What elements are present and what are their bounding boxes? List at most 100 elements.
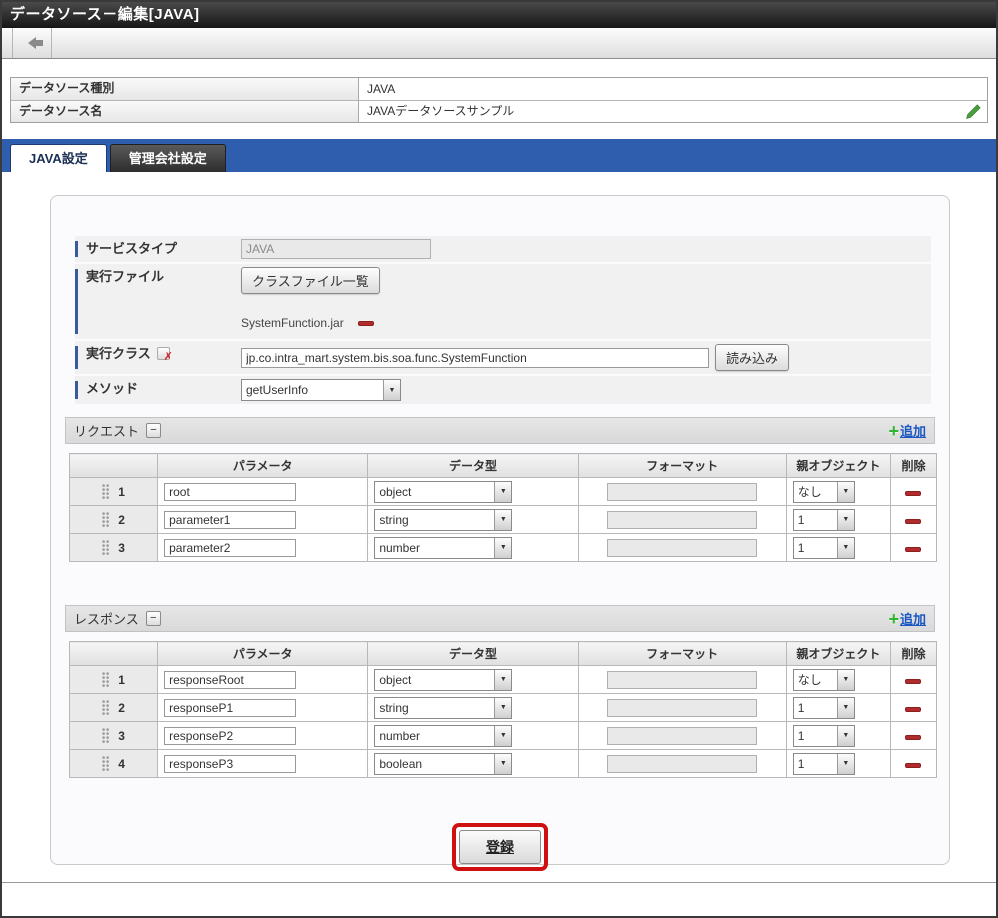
table-row: 2 string▼ 1▼ (70, 506, 937, 534)
row-handle-cell: 2 (70, 506, 158, 534)
column-header: フォーマット (578, 454, 786, 478)
row-handle-cell: 3 (70, 534, 158, 562)
drag-handle-icon[interactable] (102, 484, 110, 499)
label-accent-bar (75, 346, 78, 369)
class-file-list-button[interactable]: クラスファイル一覧 (241, 267, 380, 294)
column-header: 親オブジェクト (786, 454, 890, 478)
tab-java-settings[interactable]: JAVA設定 (10, 144, 107, 172)
datasource-type-value: JAVA (367, 79, 987, 100)
settings-panel: サービスタイプ 実行ファイル クラスファイル一覧 SystemFunctio (50, 195, 950, 865)
parent-object-select[interactable]: 1▼ (793, 697, 855, 719)
delete-row-icon[interactable] (905, 491, 921, 496)
delete-row-icon[interactable] (905, 735, 921, 740)
plus-icon: + (888, 611, 899, 627)
chevron-down-icon: ▼ (837, 482, 854, 502)
table-row: 3 number▼ 1▼ (70, 722, 937, 750)
row-handle-cell: 2 (70, 694, 158, 722)
datatype-select[interactable]: string▼ (374, 509, 512, 531)
page-footer (2, 883, 996, 915)
drag-handle-icon[interactable] (102, 672, 110, 687)
page-title: データソース－編集[JAVA] (2, 2, 996, 28)
parameter-input[interactable] (164, 699, 296, 717)
field-row-exec-file: 実行ファイル クラスファイル一覧 SystemFunction.jar (75, 264, 931, 339)
datasource-name-value: JAVAデータソースサンプル (367, 101, 965, 122)
exec-class-input[interactable] (241, 348, 709, 368)
back-button[interactable] (12, 28, 52, 58)
parameter-input[interactable] (164, 755, 296, 773)
datatype-select[interactable]: object▼ (374, 669, 512, 691)
app-window: データソース－編集[JAVA] データソース種別 JAVA データソース名 JA… (0, 0, 998, 918)
parent-object-select[interactable]: 1▼ (793, 509, 855, 531)
column-header: パラメータ (158, 454, 368, 478)
drag-handle-icon[interactable] (102, 700, 110, 715)
response-section-header: レスポンス − + 追加 (65, 605, 935, 632)
submit-area: 登録 (65, 823, 935, 871)
format-input (607, 755, 757, 773)
parameter-input[interactable] (164, 727, 296, 745)
parameter-input[interactable] (164, 511, 296, 529)
method-select[interactable]: getUserInfo ▼ (241, 379, 401, 401)
load-class-button[interactable]: 読み込み (715, 344, 789, 371)
collapse-toggle-icon[interactable]: − (146, 611, 161, 626)
parameter-input[interactable] (164, 671, 296, 689)
parent-object-select[interactable]: 1▼ (793, 725, 855, 747)
clear-class-icon[interactable]: ✗ (157, 347, 170, 360)
datatype-select[interactable]: number▼ (374, 537, 512, 559)
datatype-select[interactable]: object▼ (374, 481, 512, 503)
parent-object-select[interactable]: なし▼ (793, 669, 855, 691)
row-number: 1 (118, 485, 125, 499)
format-input (607, 699, 757, 717)
chevron-down-icon: ▼ (494, 726, 511, 746)
column-header: フォーマット (578, 642, 786, 666)
row-handle-cell: 1 (70, 666, 158, 694)
delete-row-icon[interactable] (905, 763, 921, 768)
format-input (607, 671, 757, 689)
datatype-select[interactable]: number▼ (374, 725, 512, 747)
row-handle-cell: 4 (70, 750, 158, 778)
back-arrow-icon (22, 37, 43, 49)
jar-file-name: SystemFunction.jar (241, 316, 344, 330)
add-request-row-link[interactable]: + 追加 (888, 421, 926, 440)
table-row: 2 string▼ 1▼ (70, 694, 937, 722)
row-number: 1 (118, 673, 125, 687)
parent-object-select[interactable]: 1▼ (793, 537, 855, 559)
tab-admin-company-settings[interactable]: 管理会社設定 (110, 144, 226, 172)
drag-handle-icon[interactable] (102, 756, 110, 771)
delete-row-icon[interactable] (905, 707, 921, 712)
drag-handle-icon[interactable] (102, 512, 110, 527)
parameter-input[interactable] (164, 539, 296, 557)
chevron-down-icon: ▼ (383, 380, 400, 400)
datatype-select[interactable]: string▼ (374, 697, 512, 719)
parent-object-select[interactable]: なし▼ (793, 481, 855, 503)
method-label: メソッド (86, 381, 138, 397)
delete-row-icon[interactable] (905, 679, 921, 684)
format-input (607, 539, 757, 557)
column-header: 削除 (890, 454, 936, 478)
tab-content: サービスタイプ 実行ファイル クラスファイル一覧 SystemFunctio (2, 195, 996, 915)
drag-handle-icon[interactable] (102, 728, 110, 743)
delete-row-icon[interactable] (905, 519, 921, 524)
format-input (607, 727, 757, 745)
chevron-down-icon: ▼ (494, 510, 511, 530)
column-header: 親オブジェクト (786, 642, 890, 666)
parent-object-select[interactable]: 1▼ (793, 753, 855, 775)
response-section-title: レスポンス (74, 609, 139, 628)
add-response-row-link[interactable]: + 追加 (888, 609, 926, 628)
format-input (607, 511, 757, 529)
table-row: 3 number▼ 1▼ (70, 534, 937, 562)
parameter-input[interactable] (164, 483, 296, 501)
remove-jar-icon[interactable] (358, 321, 374, 326)
label-accent-bar (75, 381, 78, 399)
drag-handle-icon[interactable] (102, 540, 110, 555)
datatype-select[interactable]: boolean▼ (374, 753, 512, 775)
chevron-down-icon: ▼ (494, 482, 511, 502)
edit-pencil-icon[interactable] (965, 104, 981, 120)
table-row: 1 object▼ なし▼ (70, 478, 937, 506)
delete-row-icon[interactable] (905, 547, 921, 552)
chevron-down-icon: ▼ (837, 754, 854, 774)
row-number: 3 (118, 729, 125, 743)
register-button[interactable]: 登録 (459, 830, 541, 864)
selected-jar-row: SystemFunction.jar (241, 316, 374, 330)
datasource-name-label: データソース名 (11, 101, 359, 122)
collapse-toggle-icon[interactable]: − (146, 423, 161, 438)
